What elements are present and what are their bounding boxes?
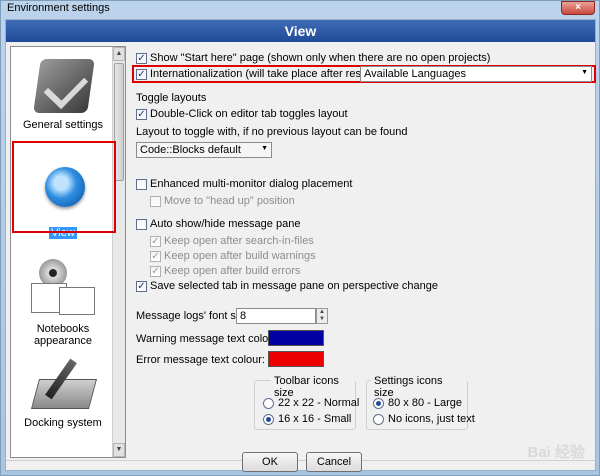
head-up-checkbox — [150, 195, 161, 207]
chevron-down-icon: ▼ — [261, 145, 268, 152]
sidebar-scrollbar[interactable]: ▲ ▼ — [112, 47, 125, 457]
keep-errors-option: ✓ Keep open after build errors — [150, 265, 300, 277]
keep-search-label: Keep open after search-in-files — [164, 235, 314, 247]
radio-normal[interactable] — [263, 397, 274, 409]
settings-size-large[interactable]: 80 x 80 - Large — [373, 397, 462, 409]
font-size-input[interactable]: 8 — [236, 308, 316, 324]
chevron-down-icon: ▼ — [581, 69, 588, 76]
head-up-label: Move to "head up" position — [164, 195, 295, 207]
sidebar-item-general-settings[interactable]: General settings — [15, 51, 111, 139]
double-click-label: Double-Click on editor tab toggles layou… — [150, 108, 348, 120]
internationalization-checkbox[interactable]: ✓ — [136, 68, 147, 80]
view-settings-panel: ✓ Show "Start here" page (shown only whe… — [130, 46, 596, 458]
keep-warnings-option: ✓ Keep open after build warnings — [150, 250, 316, 262]
toggle-layouts-heading: Toggle layouts — [136, 92, 207, 104]
sidebar-item-label: Notebooks appearance — [33, 323, 93, 347]
window-title: Environment settings — [7, 2, 110, 14]
auto-show-hide-option[interactable]: Auto show/hide message pane — [136, 218, 300, 230]
keep-errors-checkbox: ✓ — [150, 265, 161, 277]
ok-button[interactable]: OK — [242, 452, 298, 472]
layout-toggle-select-value: Code::Blocks default — [140, 144, 241, 156]
settings-sidebar: General settings View Notebooks appearan… — [10, 46, 126, 458]
start-here-checkbox[interactable]: ✓ — [136, 52, 147, 64]
sidebar-item-notebooks-appearance[interactable]: Notebooks appearance — [15, 253, 111, 349]
internationalization-label: Internationalization (will take place af… — [150, 68, 381, 80]
double-click-checkbox[interactable]: ✓ — [136, 108, 147, 120]
language-select-value: Available Languages — [364, 68, 466, 80]
sidebar-item-docking-system[interactable]: Docking system — [15, 353, 111, 433]
toolbar-icons-title: Toolbar icons size — [271, 375, 355, 399]
close-icon: × — [575, 2, 581, 13]
warning-colour-label: Warning message text colour: — [136, 333, 282, 345]
radio-text[interactable] — [373, 413, 384, 425]
head-up-option: Move to "head up" position — [150, 195, 295, 207]
keep-warnings-label: Keep open after build warnings — [164, 250, 316, 262]
warning-colour-button[interactable] — [268, 330, 324, 346]
error-colour-button[interactable] — [268, 351, 324, 367]
multi-monitor-option[interactable]: Enhanced multi-monitor dialog placement — [136, 178, 352, 190]
font-size-stepper[interactable]: ▲ ▼ — [316, 308, 328, 324]
scroll-up-icon[interactable]: ▲ — [113, 47, 125, 61]
radio-small[interactable] — [263, 413, 274, 425]
multi-monitor-checkbox[interactable] — [136, 178, 147, 190]
docking-icon — [30, 357, 98, 409]
start-here-label: Show "Start here" page (shown only when … — [150, 52, 491, 64]
dialog-client: View General settings View Notebooks app… — [5, 19, 596, 472]
settings-size-text[interactable]: No icons, just text — [373, 413, 475, 425]
radio-large[interactable] — [373, 397, 384, 409]
internationalization-option[interactable]: ✓ Internationalization (will take place … — [136, 68, 381, 80]
notebooks-icon — [29, 259, 99, 315]
toolbar-size-small[interactable]: 16 x 16 - Small — [263, 413, 351, 425]
settings-icons-title: Settings icons size — [371, 375, 467, 399]
settings-size-text-label: No icons, just text — [388, 413, 475, 425]
auto-show-hide-checkbox[interactable] — [136, 218, 147, 230]
save-tab-option[interactable]: ✓ Save selected tab in message pane on p… — [136, 280, 438, 292]
check-settings-icon — [33, 59, 95, 113]
close-button[interactable]: × — [561, 1, 595, 15]
layout-toggle-label: Layout to toggle with, if no previous la… — [136, 126, 408, 138]
double-click-option[interactable]: ✓ Double-Click on editor tab toggles lay… — [136, 108, 348, 120]
environment-settings-window: Environment settings × View General sett… — [0, 0, 600, 476]
title-bar: Environment settings × — [1, 1, 599, 17]
save-tab-checkbox[interactable]: ✓ — [136, 280, 147, 292]
toolbar-size-normal-label: 22 x 22 - Normal — [278, 397, 360, 409]
scroll-down-icon[interactable]: ▼ — [113, 443, 125, 457]
language-select[interactable]: Available Languages ▼ — [360, 66, 592, 82]
highlight-box — [12, 141, 116, 233]
footer-divider — [6, 460, 595, 461]
error-colour-label: Error message text colour: — [136, 354, 265, 366]
multi-monitor-label: Enhanced multi-monitor dialog placement — [150, 178, 353, 190]
page-title: View — [6, 20, 595, 42]
keep-warnings-checkbox: ✓ — [150, 250, 161, 262]
save-tab-label: Save selected tab in message pane on per… — [150, 280, 439, 292]
layout-toggle-select[interactable]: Code::Blocks default ▼ — [136, 142, 272, 158]
keep-errors-label: Keep open after build errors — [164, 265, 301, 277]
start-here-option[interactable]: ✓ Show "Start here" page (shown only whe… — [136, 52, 490, 64]
settings-size-large-label: 80 x 80 - Large — [388, 397, 462, 409]
keep-search-option: ✓ Keep open after search-in-files — [150, 235, 314, 247]
watermark: Bai 经验 — [527, 444, 585, 461]
sidebar-item-label: General settings — [22, 119, 104, 131]
auto-show-hide-label: Auto show/hide message pane — [150, 218, 301, 230]
sidebar-item-label: Docking system — [24, 417, 102, 429]
toolbar-icons-group: Toolbar icons size 22 x 22 - Normal 16 x… — [254, 375, 359, 430]
toolbar-size-normal[interactable]: 22 x 22 - Normal — [263, 397, 359, 409]
keep-search-checkbox: ✓ — [150, 235, 161, 247]
cancel-button[interactable]: Cancel — [306, 452, 362, 472]
toolbar-size-small-label: 16 x 16 - Small — [278, 413, 352, 425]
settings-icons-group: Settings icons size 80 x 80 - Large No i… — [366, 375, 475, 430]
